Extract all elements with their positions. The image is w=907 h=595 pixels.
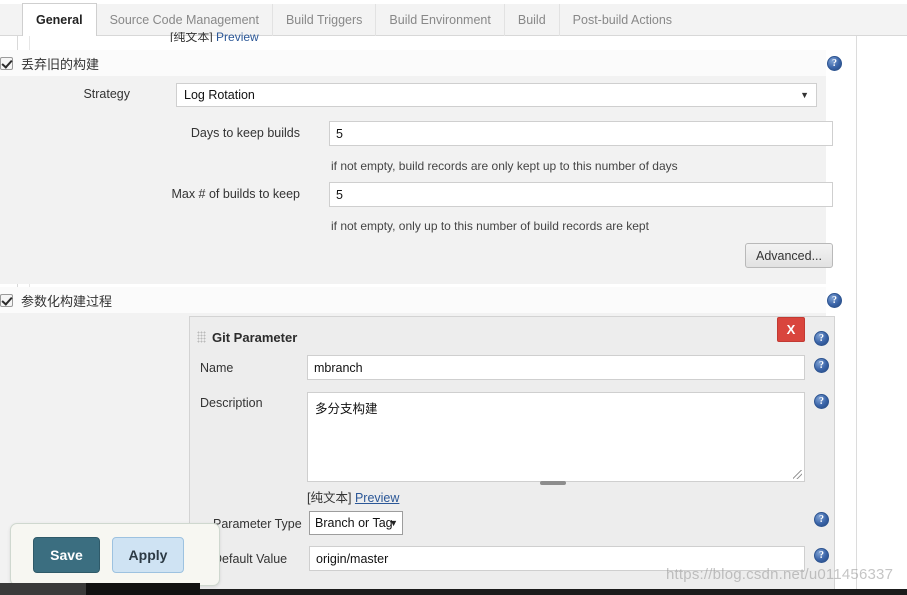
tab-label: Build Environment <box>389 13 491 27</box>
tab-post-build-actions[interactable]: Post-build Actions <box>560 4 685 36</box>
parameter-type-select[interactable]: Branch or Tag ▼ <box>309 511 403 535</box>
tab-build-environment[interactable]: Build Environment <box>376 4 505 36</box>
parameterized-build-label: 参数化构建过程 <box>21 293 113 309</box>
plain-text-label: [纯文本] <box>170 32 213 42</box>
clipped-preview-line: [纯文本] Preview <box>170 32 259 42</box>
jenkins-job-config-page: General Source Code Management Build Tri… <box>0 0 907 595</box>
delete-git-parameter-button[interactable]: X <box>777 317 805 342</box>
tab-label: Build <box>517 13 546 27</box>
git-parameter-description-label: Description <box>200 396 263 410</box>
git-parameter-name-label: Name <box>200 361 234 375</box>
textarea-resize-grip-icon[interactable] <box>793 470 802 479</box>
discard-old-builds-label: 丢弃旧的构建 <box>21 56 100 72</box>
strategy-select[interactable]: Log Rotation ▼ <box>176 83 817 107</box>
chevron-down-icon: ▼ <box>389 518 398 528</box>
drag-handle-icon[interactable] <box>197 331 206 343</box>
preview-link[interactable]: Preview <box>216 32 259 42</box>
git-parameter-name-input[interactable] <box>307 355 805 380</box>
advanced-button[interactable]: Advanced... <box>745 243 833 268</box>
git-parameter-description-textarea[interactable]: 多分支构建 <box>307 392 805 482</box>
config-tab-list: General Source Code Management Build Tri… <box>22 3 685 36</box>
form-action-bar: Save Apply <box>10 523 220 586</box>
days-to-keep-builds-input[interactable] <box>329 121 833 146</box>
bottom-black-line <box>200 589 907 595</box>
max-builds-to-keep-label: Max # of builds to keep <box>171 187 300 201</box>
chevron-down-icon: ▼ <box>800 90 809 100</box>
apply-button[interactable]: Apply <box>112 536 184 573</box>
parameterized-build-checkbox[interactable] <box>0 293 13 307</box>
tab-label: General <box>36 13 83 27</box>
help-icon-git-parameter-description[interactable]: ? <box>814 394 829 409</box>
parameter-type-label: Parameter Type <box>213 517 302 531</box>
default-value-label: Default Value <box>213 552 288 566</box>
tab-general[interactable]: General <box>22 3 97 36</box>
config-tab-bar: General Source Code Management Build Tri… <box>0 3 907 36</box>
parameter-type-value: Branch or Tag <box>315 516 393 530</box>
plain-text-label: [纯文本] <box>307 491 352 505</box>
max-builds-to-keep-hint: if not empty, only up to this number of … <box>331 219 649 233</box>
help-icon-git-parameter-name[interactable]: ? <box>814 358 829 373</box>
discard-old-builds-header: 丢弃旧的构建 <box>0 50 826 76</box>
watermark-text: https://blog.csdn.net/u011456337 <box>666 566 894 583</box>
description-preview-row: [纯文本] Preview <box>307 487 399 506</box>
help-icon-discard-old-builds[interactable]: ? <box>827 56 842 71</box>
tab-label: Post-build Actions <box>572 13 673 27</box>
tab-build[interactable]: Build <box>505 4 560 36</box>
advanced-button-label: Advanced... <box>755 248 822 263</box>
bottom-dark-strip-inner <box>86 583 200 595</box>
strategy-value: Log Rotation <box>184 88 255 102</box>
strategy-label: Strategy <box>83 87 130 101</box>
help-icon-parameter-type[interactable]: ? <box>814 512 829 527</box>
apply-button-label: Apply <box>128 546 168 563</box>
textarea-drag-handle[interactable] <box>540 481 566 485</box>
parameterized-build-header: 参数化构建过程 <box>0 287 826 313</box>
tab-label: Source Code Management <box>109 13 259 27</box>
tab-build-triggers[interactable]: Build Triggers <box>273 4 377 36</box>
git-parameter-title: Git Parameter <box>212 330 298 345</box>
form-right-rail <box>856 36 857 595</box>
discard-old-builds-body <box>0 76 826 284</box>
save-button-label: Save <box>50 546 83 563</box>
save-button[interactable]: Save <box>33 536 100 573</box>
help-icon-parameterized-build[interactable]: ? <box>827 293 842 308</box>
help-icon-default-value[interactable]: ? <box>814 548 829 563</box>
days-to-keep-builds-label: Days to keep builds <box>190 126 300 140</box>
description-preview-link[interactable]: Preview <box>355 491 399 505</box>
help-icon-git-parameter[interactable]: ? <box>814 331 829 346</box>
days-to-keep-builds-hint: if not empty, build records are only kep… <box>331 159 678 173</box>
max-builds-to-keep-input[interactable] <box>329 182 833 207</box>
delete-git-parameter-label: X <box>786 322 796 337</box>
discard-old-builds-checkbox[interactable] <box>0 56 13 70</box>
tab-label: Build Triggers <box>285 13 363 27</box>
